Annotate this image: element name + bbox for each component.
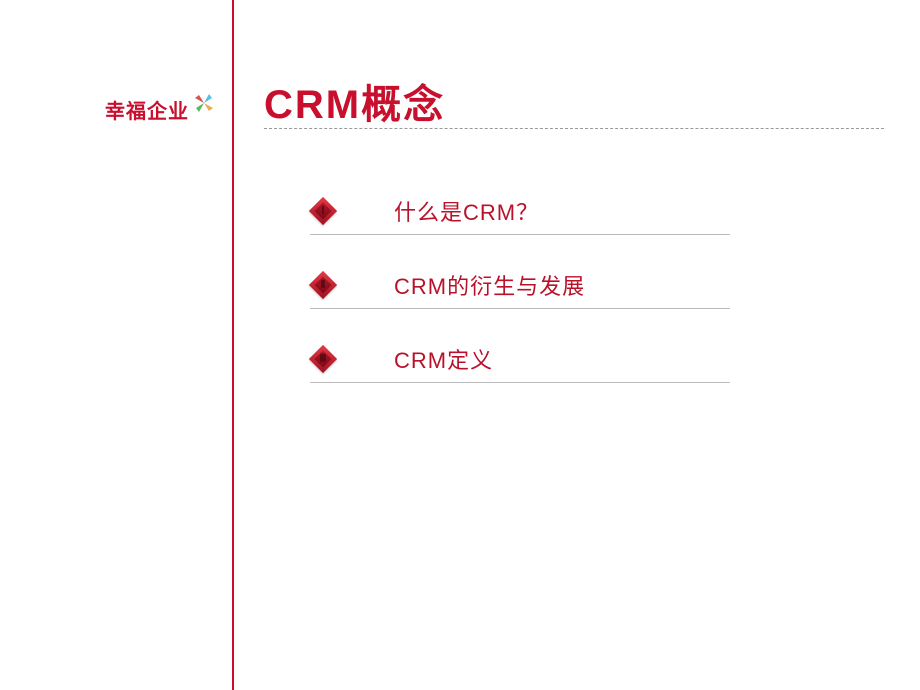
diamond-bullet-icon: Ⅲ — [310, 346, 336, 372]
bullet-number: Ⅲ — [320, 354, 327, 365]
item-underline — [310, 382, 730, 383]
bullet-number: Ⅰ — [322, 206, 325, 217]
items-list: Ⅰ 什么是CRM？ Ⅱ CRM的衍生与发展 Ⅲ CRM定义 — [310, 195, 585, 417]
bullet-number: Ⅱ — [321, 280, 326, 291]
item-text: CRM的衍生与发展 — [394, 269, 585, 301]
pinwheel-icon — [191, 90, 217, 121]
diamond-bullet-icon: Ⅱ — [310, 272, 336, 298]
page-title: CRM概念 — [264, 72, 445, 130]
list-item: Ⅲ CRM定义 — [310, 343, 585, 375]
list-item: Ⅱ CRM的衍生与发展 — [310, 269, 585, 301]
title-divider — [264, 128, 884, 129]
diamond-bullet-icon: Ⅰ — [310, 198, 336, 224]
vertical-divider — [232, 0, 234, 690]
item-underline — [310, 308, 730, 309]
item-text: 什么是CRM？ — [394, 195, 539, 227]
logo: 幸福企业 — [105, 95, 217, 124]
list-item: Ⅰ 什么是CRM？ — [310, 195, 585, 227]
item-underline — [310, 234, 730, 235]
item-text: CRM定义 — [394, 343, 493, 375]
logo-text: 幸福企业 — [105, 95, 189, 124]
